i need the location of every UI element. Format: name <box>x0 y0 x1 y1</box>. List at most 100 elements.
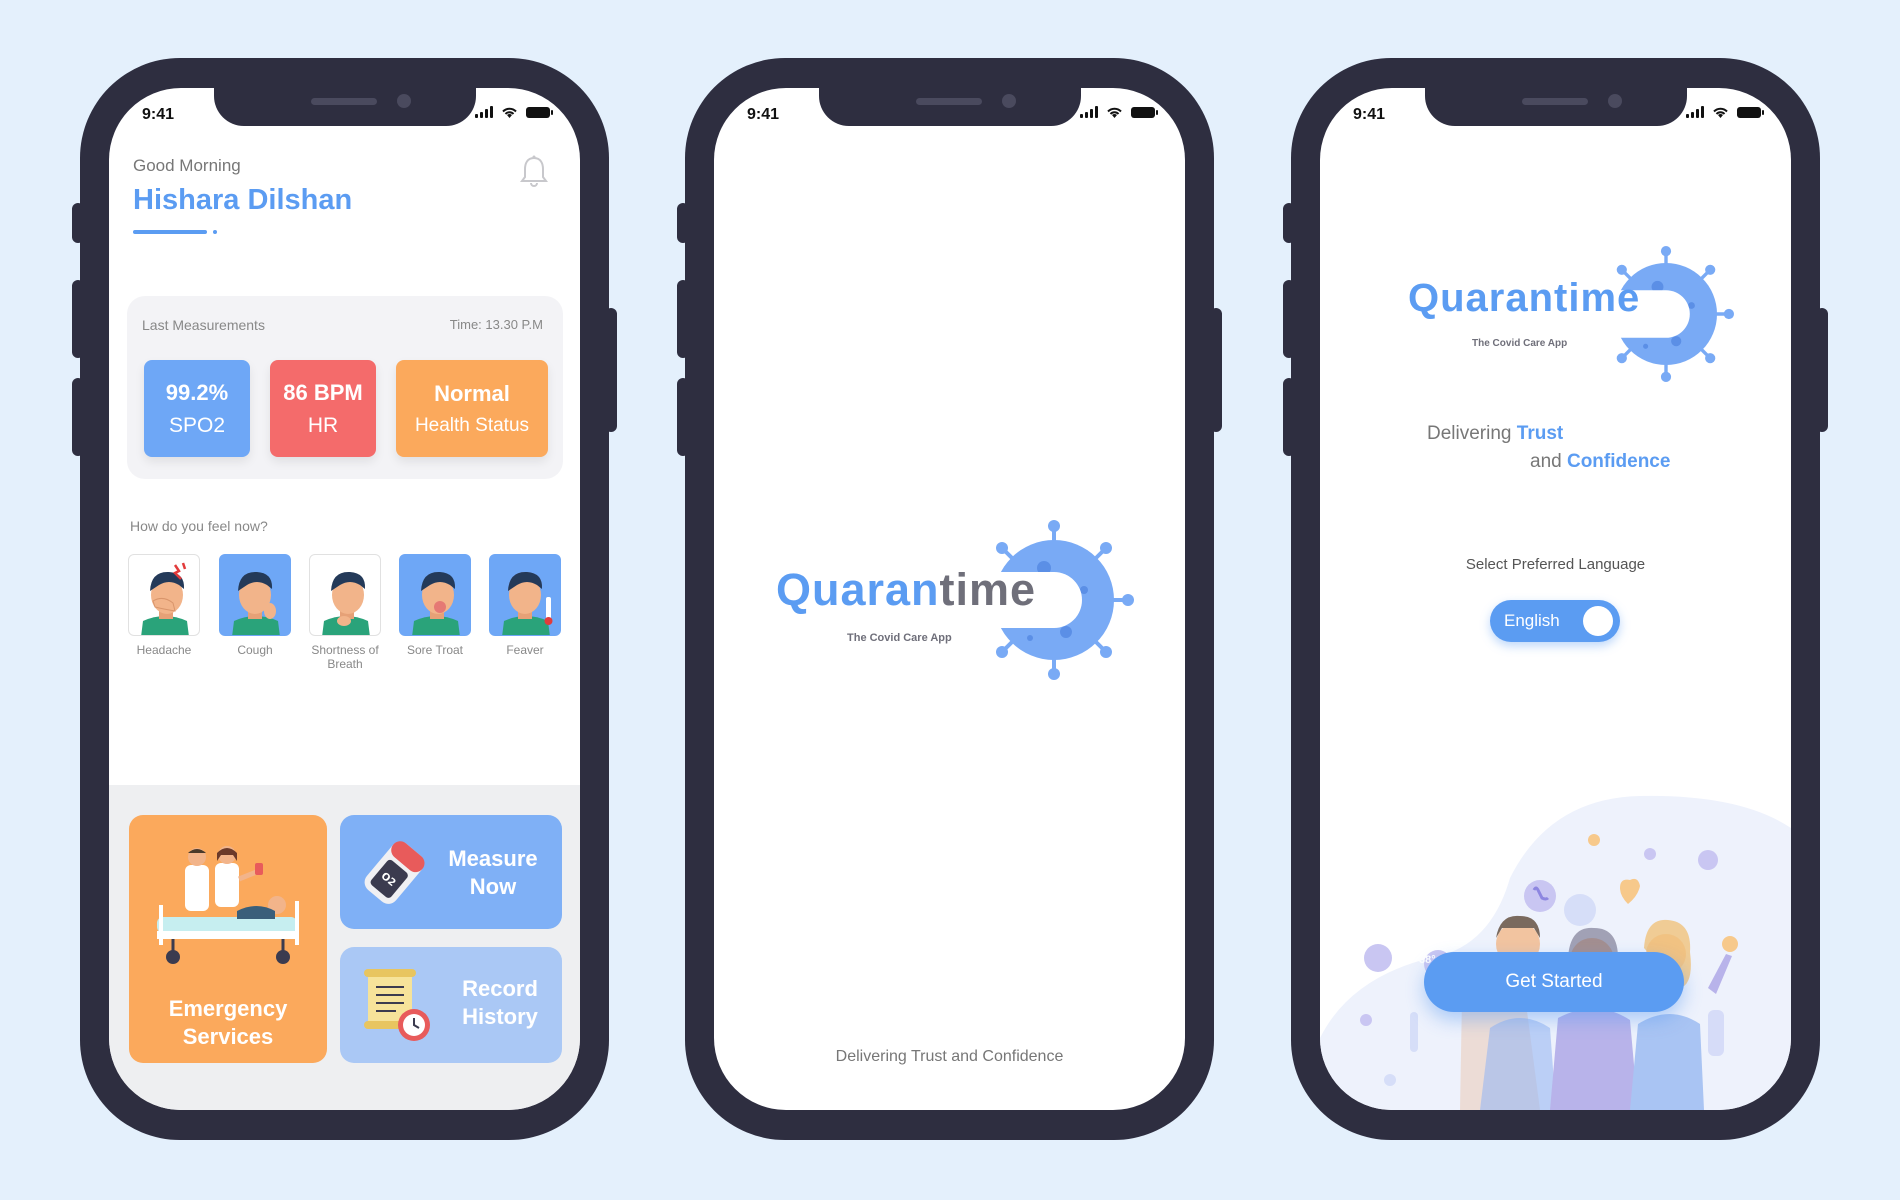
symptom-sore-throat[interactable]: Sore Troat <box>399 554 471 657</box>
record-history-button[interactable]: Record History <box>340 947 562 1063</box>
hr-value: 86 BPM <box>283 379 363 405</box>
notch <box>819 88 1081 126</box>
phone-home: 9:41 Good Morning Hishara Dilshan Last M… <box>72 58 617 1140</box>
volume-down-button <box>1283 378 1295 456</box>
spo2-value: 99.2% <box>165 379 229 405</box>
bell-icon[interactable] <box>518 154 550 190</box>
mute-switch <box>72 203 84 243</box>
power-button <box>1816 308 1828 432</box>
status-icons <box>1080 106 1158 118</box>
battery-icon <box>1131 106 1158 118</box>
logo-subtitle: The Covid Care App <box>1472 338 1568 349</box>
volume-down-button <box>677 378 689 456</box>
power-button <box>1210 308 1222 432</box>
people-illustration <box>1320 795 1791 1110</box>
power-button <box>605 308 617 432</box>
sore-throat-avatar <box>399 554 471 636</box>
emergency-label-line2: Services <box>182 1024 274 1049</box>
get-started-button[interactable]: Get Started <box>1424 952 1684 1012</box>
symptom-cough[interactable]: Cough <box>219 554 291 657</box>
toggle-knob <box>1583 606 1613 636</box>
phone-splash: 9:41 Quarantime The Covid Care App Deliv… <box>677 58 1222 1140</box>
health-status-label: Health Status <box>414 414 530 436</box>
cough-avatar <box>219 554 291 636</box>
shortness-of-breath-avatar <box>309 554 381 636</box>
headache-avatar <box>128 554 200 636</box>
spo2-tile[interactable]: 99.2% SPO2 <box>144 360 250 457</box>
symptom-headache[interactable]: Headache <box>128 554 200 657</box>
wifi-icon <box>502 107 517 118</box>
status-time: 9:41 <box>1353 106 1386 123</box>
splash-tagline: Delivering Trust and Confidence <box>835 1048 1064 1065</box>
deliver-line2: and Confidence <box>1530 451 1670 473</box>
symptom-label: Headache <box>136 643 192 657</box>
feel-question: How do you feel now? <box>130 518 268 534</box>
measure-now-button[interactable]: O2 Measure Now <box>340 815 562 929</box>
language-value: English <box>1504 611 1560 630</box>
signal-icon <box>1080 106 1098 118</box>
volume-down-button <box>72 378 84 456</box>
logo-wordmark: Quarantime <box>776 564 1036 616</box>
language-toggle[interactable]: English <box>1490 600 1620 642</box>
deliver-line2-bold: Confidence <box>1566 451 1671 472</box>
deliver-line1-bold: Trust <box>1516 423 1564 444</box>
record-label-line2: History <box>462 1004 538 1029</box>
spo2-label: SPO2 <box>168 413 226 437</box>
greeting: Good Morning <box>133 156 241 175</box>
symptom-fever[interactable]: Feaver <box>489 554 561 657</box>
symptom-label: Cough <box>237 643 273 657</box>
wifi-icon <box>1107 107 1122 118</box>
emergency-label-line1: Emergency <box>168 996 288 1021</box>
health-status-tile[interactable]: Normal Health Status <box>396 360 548 457</box>
symptom-label: Shortness of Breath <box>311 643 379 671</box>
title-underline-dot <box>213 230 217 234</box>
status-icons <box>475 106 553 118</box>
record-scroll-icon <box>364 969 430 1041</box>
hr-tile[interactable]: 86 BPM HR <box>270 360 376 457</box>
home-screen: 9:41 Good Morning Hishara Dilshan Last M… <box>109 88 580 1110</box>
last-measurements-title: Last Measurements <box>142 317 265 333</box>
pulse-oximeter-icon: O2 <box>364 841 425 904</box>
hr-label: HR <box>307 413 339 437</box>
volume-up-button <box>677 280 689 358</box>
emergency-illustration <box>157 846 299 964</box>
status-icons <box>1686 106 1764 118</box>
deliver-line1: Delivering Trust <box>1427 423 1563 445</box>
battery-icon <box>1737 106 1764 118</box>
signal-icon <box>475 106 493 118</box>
mute-switch <box>677 203 689 243</box>
fever-avatar <box>489 554 561 636</box>
logo-word-right: time <box>939 564 1037 615</box>
health-status-value: Normal <box>434 380 510 406</box>
battery-icon <box>526 106 553 118</box>
emergency-services-button[interactable]: Emergency Services <box>129 815 327 1063</box>
status-time: 9:41 <box>747 106 780 123</box>
signal-icon <box>1686 106 1704 118</box>
deliver-line1-plain: Delivering <box>1427 423 1512 444</box>
symptom-label: Sore Troat <box>406 643 464 657</box>
logo-word-left: Quaran <box>1408 276 1555 320</box>
logo-wordmark: Quarantime <box>1408 276 1640 321</box>
measure-label-line2: Now <box>469 874 517 899</box>
record-label-line1: Record <box>462 976 538 1001</box>
onboarding-screen: 9:41 Quarantime The Covid Care App Deliv… <box>1320 88 1791 1110</box>
logo-word-left: Quaran <box>776 564 940 615</box>
volume-up-button <box>72 280 84 358</box>
last-measurements-card: Last Measurements Time: 13.30 P.M 99.2% … <box>127 296 563 479</box>
measurement-time: Time: 13.30 P.M <box>449 317 543 332</box>
splash-screen: 9:41 Quarantime The Covid Care App Deliv… <box>714 88 1185 1110</box>
logo-word-right: time <box>1554 276 1641 320</box>
phone-onboarding: 9:41 Quarantime The Covid Care App Deliv… <box>1283 58 1828 1140</box>
username: Hishara Dilshan <box>133 184 353 216</box>
logo-subtitle: The Covid Care App <box>847 632 952 644</box>
symptom-label: Feaver <box>506 643 544 657</box>
notch <box>214 88 476 126</box>
symptom-shortness-of-breath[interactable]: Shortness of Breath <box>309 554 381 671</box>
status-time: 9:41 <box>142 106 175 123</box>
notch <box>1425 88 1687 126</box>
language-label: Select Preferred Language <box>1465 556 1646 573</box>
mute-switch <box>1283 203 1295 243</box>
volume-up-button <box>1283 280 1295 358</box>
title-underline <box>133 230 207 234</box>
deliver-line2-plain: and <box>1530 451 1562 472</box>
